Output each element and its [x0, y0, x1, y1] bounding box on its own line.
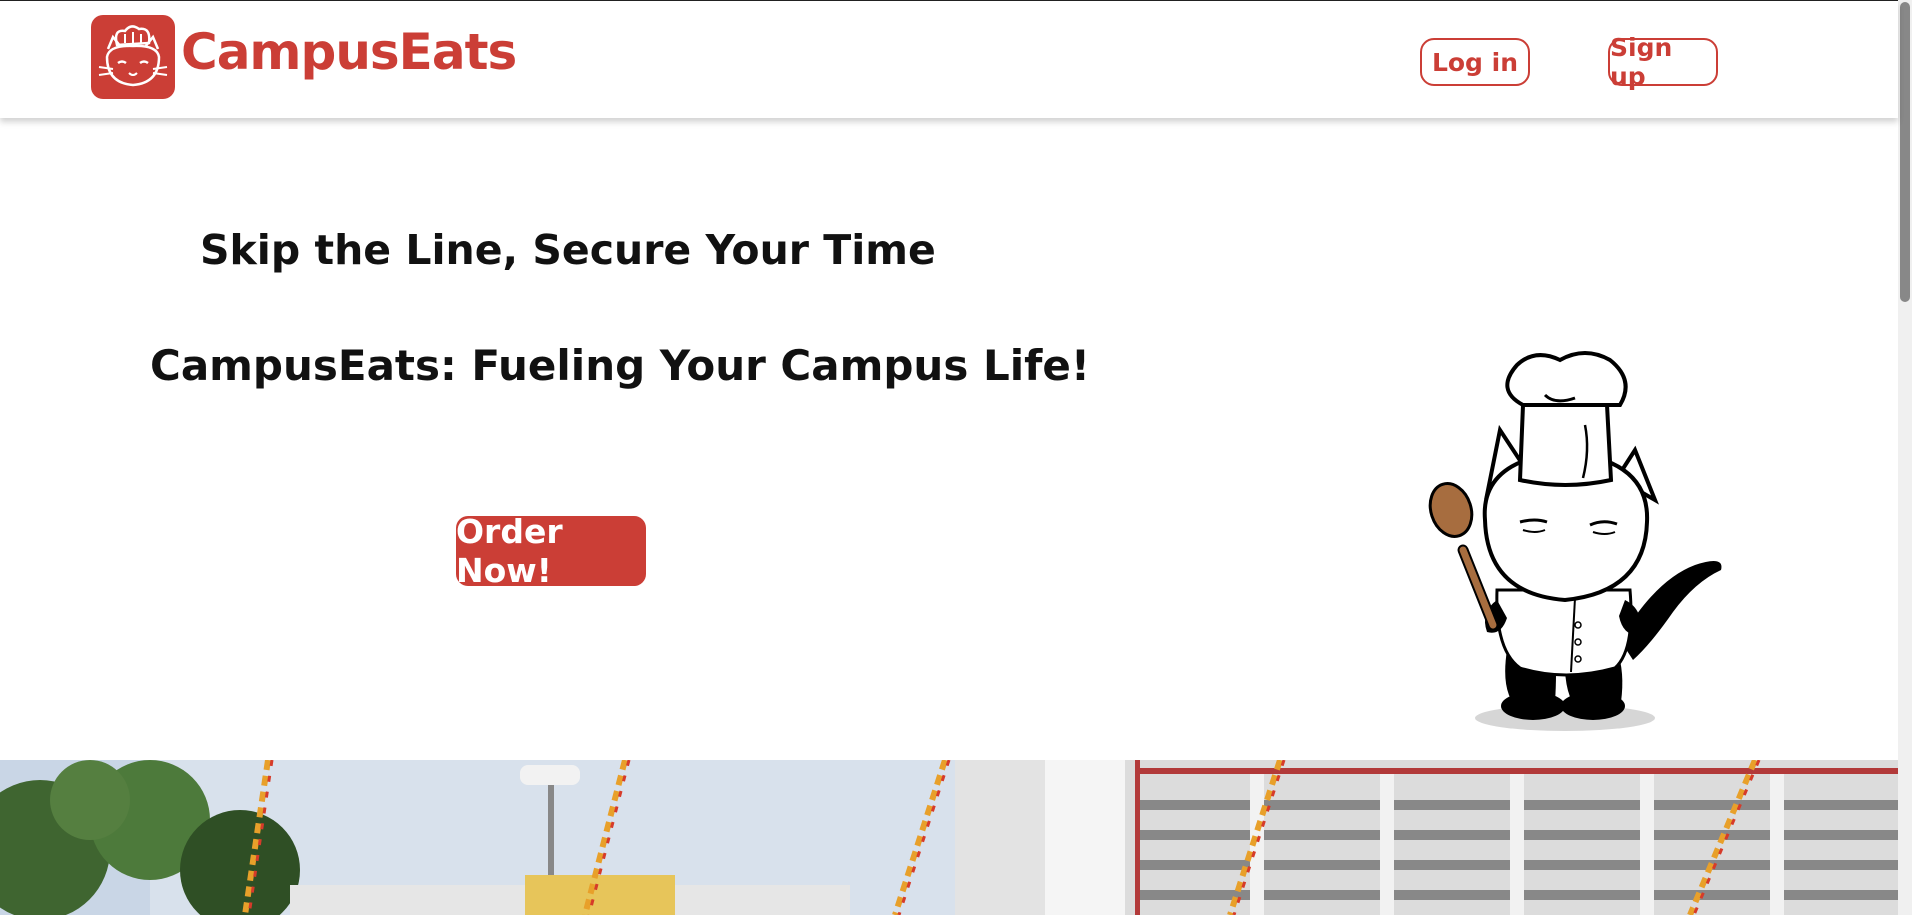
- campus-photo-banner: [0, 760, 1898, 915]
- hero-tagline: Skip the Line, Secure Your Time: [200, 226, 936, 274]
- login-button[interactable]: Log in: [1420, 38, 1530, 86]
- signup-button[interactable]: Sign up: [1608, 33, 1718, 91]
- hero-subtitle: CampusEats: Fueling Your Campus Life!: [150, 341, 1091, 390]
- order-now-button[interactable]: Order Now!: [456, 512, 646, 590]
- cat-chef-logo-icon[interactable]: [91, 15, 175, 99]
- navbar: CampusEats Log in Sign up: [0, 1, 1898, 118]
- cat-chef-mascot-illustration: [1428, 351, 1722, 731]
- brand-name[interactable]: CampusEats: [181, 23, 517, 81]
- scrollbar-thumb[interactable]: [1900, 2, 1910, 302]
